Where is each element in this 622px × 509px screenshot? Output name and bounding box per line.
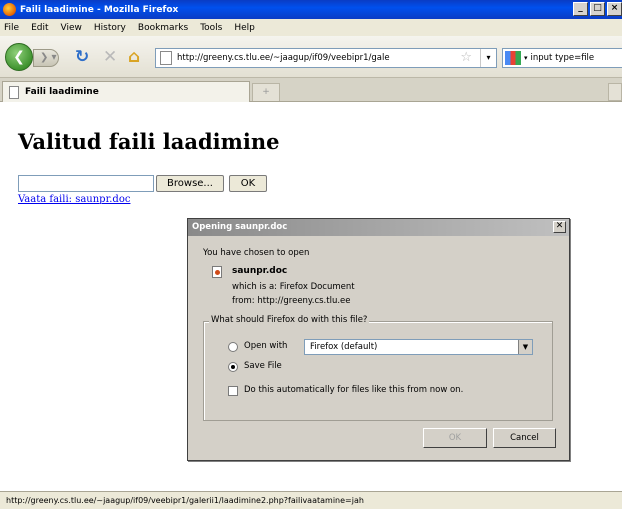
menu-edit[interactable]: Edit <box>31 23 48 33</box>
page-heading: Valitud faili laadimine <box>18 129 280 154</box>
tab-strip: Faili laadimine + <box>0 78 622 102</box>
search-engine-icon[interactable] <box>505 51 521 65</box>
open-with-radio[interactable] <box>228 342 238 352</box>
open-with-select[interactable]: Firefox (default) ▼ <box>304 339 533 355</box>
open-with-label[interactable]: Open with <box>244 341 287 351</box>
save-file-radio[interactable] <box>228 362 238 372</box>
tab-faili-laadimine[interactable]: Faili laadimine <box>2 81 250 102</box>
url-text[interactable]: http://greeny.cs.tlu.ee/~jaagup/if09/vee… <box>177 53 477 63</box>
reload-icon[interactable]: ↻ <box>75 47 89 67</box>
dialog-title: Opening saunpr.doc <box>192 222 288 232</box>
new-tab-button[interactable]: + <box>252 83 280 101</box>
auto-action-label[interactable]: Do this automatically for files like thi… <box>244 385 463 395</box>
stop-icon[interactable]: ✕ <box>103 47 117 67</box>
firefox-logo-icon <box>3 3 16 16</box>
close-window-button[interactable]: × <box>607 2 622 16</box>
menu-bar: File Edit View History Bookmarks Tools H… <box>0 19 622 36</box>
auto-action-checkbox[interactable] <box>228 386 238 396</box>
page-icon <box>160 51 172 65</box>
view-file-link[interactable]: Vaata faili: saunpr.doc <box>18 194 130 205</box>
opening-file-dialog: Opening saunpr.doc ✕ You have chosen to … <box>187 218 570 461</box>
home-icon[interactable]: ⌂ <box>128 47 140 67</box>
bookmark-star-icon[interactable]: ☆ <box>460 50 472 65</box>
dialog-ok-button[interactable]: OK <box>423 428 487 448</box>
dialog-cancel-button[interactable]: Cancel <box>493 428 556 448</box>
url-bar[interactable]: http://greeny.cs.tlu.ee/~jaagup/if09/vee… <box>155 48 497 68</box>
chevron-down-icon[interactable]: ▼ <box>518 340 532 354</box>
menu-history[interactable]: History <box>94 23 126 33</box>
maximize-button[interactable]: □ <box>590 2 605 16</box>
save-file-label[interactable]: Save File <box>244 361 282 371</box>
back-icon[interactable]: ❮ <box>5 43 33 71</box>
dialog-titlebar: Opening saunpr.doc ✕ <box>188 219 569 236</box>
tab-list-button[interactable] <box>608 83 622 101</box>
dialog-file-type: which is a: Firefox Document <box>232 282 355 292</box>
dialog-intro-text: You have chosen to open <box>203 248 310 258</box>
dialog-close-button[interactable]: ✕ <box>553 221 566 233</box>
search-input[interactable]: input type=file <box>531 53 595 63</box>
action-groupbox: What should Firefox do with this file? O… <box>203 315 553 421</box>
menu-help[interactable]: Help <box>234 23 255 33</box>
page-icon <box>9 85 19 99</box>
open-with-value: Firefox (default) <box>310 342 378 352</box>
action-question: What should Firefox do with this file? <box>209 315 370 325</box>
tab-label: Faili laadimine <box>25 87 99 97</box>
menu-bookmarks[interactable]: Bookmarks <box>138 23 188 33</box>
menu-view[interactable]: View <box>61 23 82 33</box>
browse-button[interactable]: Browse... <box>156 175 224 192</box>
url-dropdown-icon[interactable]: ▾ <box>480 49 496 67</box>
status-bar: http://greeny.cs.tlu.ee/~jaagup/if09/vee… <box>0 491 622 509</box>
window-controls: _ □ × <box>573 2 622 16</box>
window-title: Faili laadimine - Mozilla Firefox <box>20 4 179 15</box>
dialog-file-source: from: http://greeny.cs.tlu.ee <box>232 296 351 306</box>
minimize-button[interactable]: _ <box>573 2 588 16</box>
window-titlebar: Faili laadimine - Mozilla Firefox _ □ × <box>0 0 622 19</box>
file-input-field[interactable] <box>18 175 154 192</box>
search-bar[interactable]: ▾ input type=file <box>502 48 622 68</box>
search-engine-dropdown-icon[interactable]: ▾ <box>524 54 528 62</box>
menu-tools[interactable]: Tools <box>200 23 222 33</box>
ok-button[interactable]: OK <box>229 175 267 192</box>
menu-file[interactable]: File <box>4 23 19 33</box>
navigation-toolbar: ❮ ❯ ▾ ↻ ✕ ⌂ http://greeny.cs.tlu.ee/~jaa… <box>0 36 622 78</box>
dialog-filename: saunpr.doc <box>232 266 288 276</box>
forward-icon[interactable]: ❯ ▾ <box>33 49 59 67</box>
document-icon <box>212 266 222 278</box>
